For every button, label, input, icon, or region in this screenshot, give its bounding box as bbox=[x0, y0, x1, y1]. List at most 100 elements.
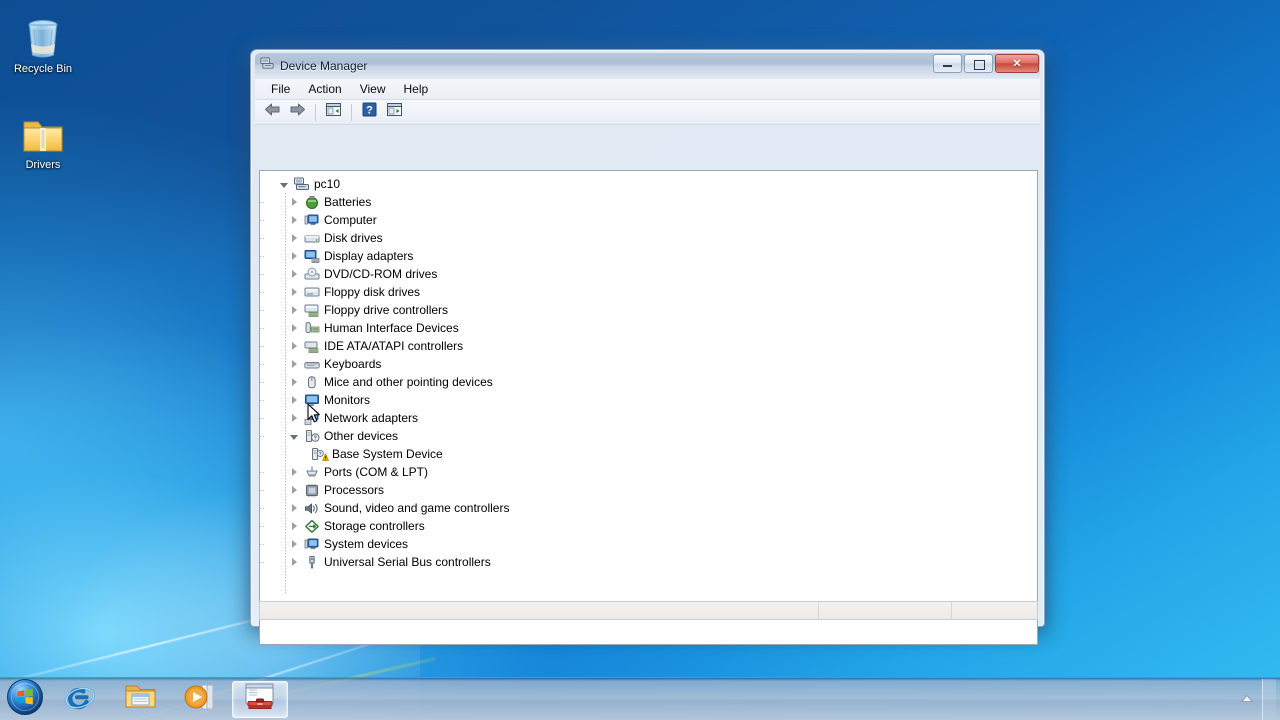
tree-node-keyboards[interactable]: Keyboards bbox=[260, 355, 1037, 373]
tree-node-label: Ports (COM & LPT) bbox=[324, 465, 429, 479]
tree-dash bbox=[260, 256, 264, 257]
expand-twisty-icon[interactable] bbox=[286, 535, 302, 553]
tree-node-ide-ata-atapi-controllers[interactable]: IDE ATA/ATAPI controllers bbox=[260, 337, 1037, 355]
tree-node-label: Network adapters bbox=[324, 411, 419, 425]
device-manager-window[interactable]: Device Manager ✕ File Action View Help ?… bbox=[250, 49, 1045, 645]
svg-text:?: ? bbox=[314, 435, 317, 441]
tree-dash bbox=[260, 346, 264, 347]
taskbar-item-device-manager[interactable] bbox=[232, 680, 288, 718]
tree-node-system-devices[interactable]: System devices bbox=[260, 535, 1037, 553]
tree-node-display-adapters[interactable]: Display adapters bbox=[260, 247, 1037, 265]
tree-node-floppy-disk-drives[interactable]: Floppy disk drives bbox=[260, 283, 1037, 301]
tree-node-mice-and-other-pointing-devices[interactable]: Mice and other pointing devices bbox=[260, 373, 1037, 391]
tree-node-floppy-drive-controllers[interactable]: Floppy drive controllers bbox=[260, 301, 1037, 319]
arrow-right-icon bbox=[289, 102, 306, 122]
windows-explorer-icon bbox=[124, 682, 157, 716]
expand-twisty-icon[interactable] bbox=[286, 499, 302, 517]
help-button[interactable]: ? bbox=[358, 102, 381, 123]
maximize-button[interactable] bbox=[964, 54, 993, 73]
computer-icon bbox=[302, 213, 322, 228]
taskbar-item-windows-explorer[interactable] bbox=[112, 681, 168, 718]
menu-item-action[interactable]: Action bbox=[299, 80, 350, 98]
tree-node-human-interface-devices[interactable]: Human Interface Devices bbox=[260, 319, 1037, 337]
folder-icon bbox=[5, 108, 81, 156]
tree-dash bbox=[260, 328, 264, 329]
toolbar[interactable]: ? bbox=[255, 100, 1040, 125]
collapse-twisty-icon[interactable] bbox=[276, 175, 292, 193]
tree-dash bbox=[260, 472, 264, 473]
expand-twisty-icon[interactable] bbox=[286, 283, 302, 301]
tree-node-label: Display adapters bbox=[324, 249, 414, 263]
start-button[interactable] bbox=[2, 678, 48, 719]
tree-node-pc10[interactable]: pc10 bbox=[266, 175, 1037, 193]
tree-node-batteries[interactable]: Batteries bbox=[260, 193, 1037, 211]
tree-node-base-system-device[interactable]: ? Base System Device bbox=[266, 445, 1037, 463]
tree-node-storage-controllers[interactable]: Storage controllers bbox=[260, 517, 1037, 535]
tree-dash bbox=[260, 418, 264, 419]
expand-twisty-icon[interactable] bbox=[286, 319, 302, 337]
menu-bar[interactable]: File Action View Help bbox=[255, 79, 1040, 100]
forward-button[interactable] bbox=[286, 102, 309, 123]
expand-twisty-icon[interactable] bbox=[286, 337, 302, 355]
taskbar[interactable] bbox=[0, 677, 1280, 720]
expand-twisty-icon[interactable] bbox=[286, 463, 302, 481]
device-manager-icon bbox=[260, 56, 275, 76]
minimize-button[interactable] bbox=[933, 54, 962, 73]
menu-item-view[interactable]: View bbox=[351, 80, 395, 98]
tree-node-sound-video-and-game-controllers[interactable]: Sound, video and game controllers bbox=[260, 499, 1037, 517]
expand-twisty-icon[interactable] bbox=[286, 481, 302, 499]
tree-node-processors[interactable]: Processors bbox=[260, 481, 1037, 499]
show-desktop-button[interactable] bbox=[1262, 678, 1276, 720]
tree-node-network-adapters[interactable]: Network adapters bbox=[260, 409, 1037, 427]
desktop-icon-drivers[interactable]: Drivers bbox=[5, 108, 81, 172]
expand-twisty-icon[interactable] bbox=[286, 391, 302, 409]
expand-twisty-icon[interactable] bbox=[286, 373, 302, 391]
tree-node-ports-com-lpt[interactable]: Ports (COM & LPT) bbox=[260, 463, 1037, 481]
expand-twisty-icon[interactable] bbox=[286, 193, 302, 211]
tree-node-label: DVD/CD-ROM drives bbox=[324, 267, 438, 281]
expand-twisty-icon[interactable] bbox=[286, 355, 302, 373]
monitor-icon bbox=[302, 393, 322, 408]
taskbar-item-internet-explorer[interactable] bbox=[52, 681, 108, 718]
floppy-disk-icon bbox=[302, 285, 322, 300]
desktop-icon-recycle-bin[interactable]: Recycle Bin bbox=[5, 12, 81, 76]
expand-twisty-icon[interactable] bbox=[286, 265, 302, 283]
window-titlebar[interactable]: Device Manager ✕ bbox=[255, 53, 1040, 79]
desktop[interactable]: Recycle Bin Drivers Device Manager ✕ Fil… bbox=[0, 0, 1280, 720]
tree-node-other-devices[interactable]: ? Other devices bbox=[260, 427, 1037, 445]
menu-item-help[interactable]: Help bbox=[395, 80, 438, 98]
close-button[interactable]: ✕ bbox=[995, 54, 1039, 73]
display-adapter-icon bbox=[302, 249, 322, 264]
show-console-tree-button[interactable] bbox=[322, 102, 345, 123]
expand-twisty-icon[interactable] bbox=[286, 517, 302, 535]
properties-button[interactable] bbox=[383, 102, 406, 123]
expand-twisty-icon[interactable] bbox=[286, 247, 302, 265]
expand-twisty-icon[interactable] bbox=[286, 553, 302, 571]
collapse-twisty-icon[interactable] bbox=[286, 427, 302, 445]
dvd-drive-icon bbox=[302, 267, 322, 282]
status-bar bbox=[259, 601, 1038, 620]
expand-twisty-icon[interactable] bbox=[286, 211, 302, 229]
tree-node-universal-serial-bus-controllers[interactable]: Universal Serial Bus controllers bbox=[260, 553, 1037, 571]
tree-node-disk-drives[interactable]: Disk drives bbox=[260, 229, 1037, 247]
window-controls[interactable]: ✕ bbox=[933, 54, 1039, 73]
tree-node-monitors[interactable]: Monitors bbox=[260, 391, 1037, 409]
tree-node-dvd-cdrom-drives[interactable]: DVD/CD-ROM drives bbox=[260, 265, 1037, 283]
device-tree-pane[interactable]: pc10 Batteries Computer Disk drives Disp… bbox=[259, 170, 1038, 645]
storage-controller-icon bbox=[302, 519, 322, 534]
tree-dash bbox=[260, 292, 264, 293]
expand-twisty-icon[interactable] bbox=[286, 301, 302, 319]
taskbar-item-media-player[interactable] bbox=[172, 681, 228, 718]
usb-icon bbox=[302, 555, 322, 570]
system-tray[interactable] bbox=[1236, 678, 1280, 720]
tree-node-computer[interactable]: Computer bbox=[260, 211, 1037, 229]
expand-twisty-icon[interactable] bbox=[286, 409, 302, 427]
back-button[interactable] bbox=[261, 102, 284, 123]
show-hidden-icons-button[interactable] bbox=[1236, 684, 1258, 714]
expand-twisty-icon[interactable] bbox=[286, 229, 302, 247]
status-bar-pane-1 bbox=[260, 602, 819, 619]
port-icon bbox=[302, 465, 322, 480]
menu-item-file[interactable]: File bbox=[262, 80, 299, 98]
tree-dash bbox=[260, 562, 264, 563]
battery-icon bbox=[302, 195, 322, 210]
